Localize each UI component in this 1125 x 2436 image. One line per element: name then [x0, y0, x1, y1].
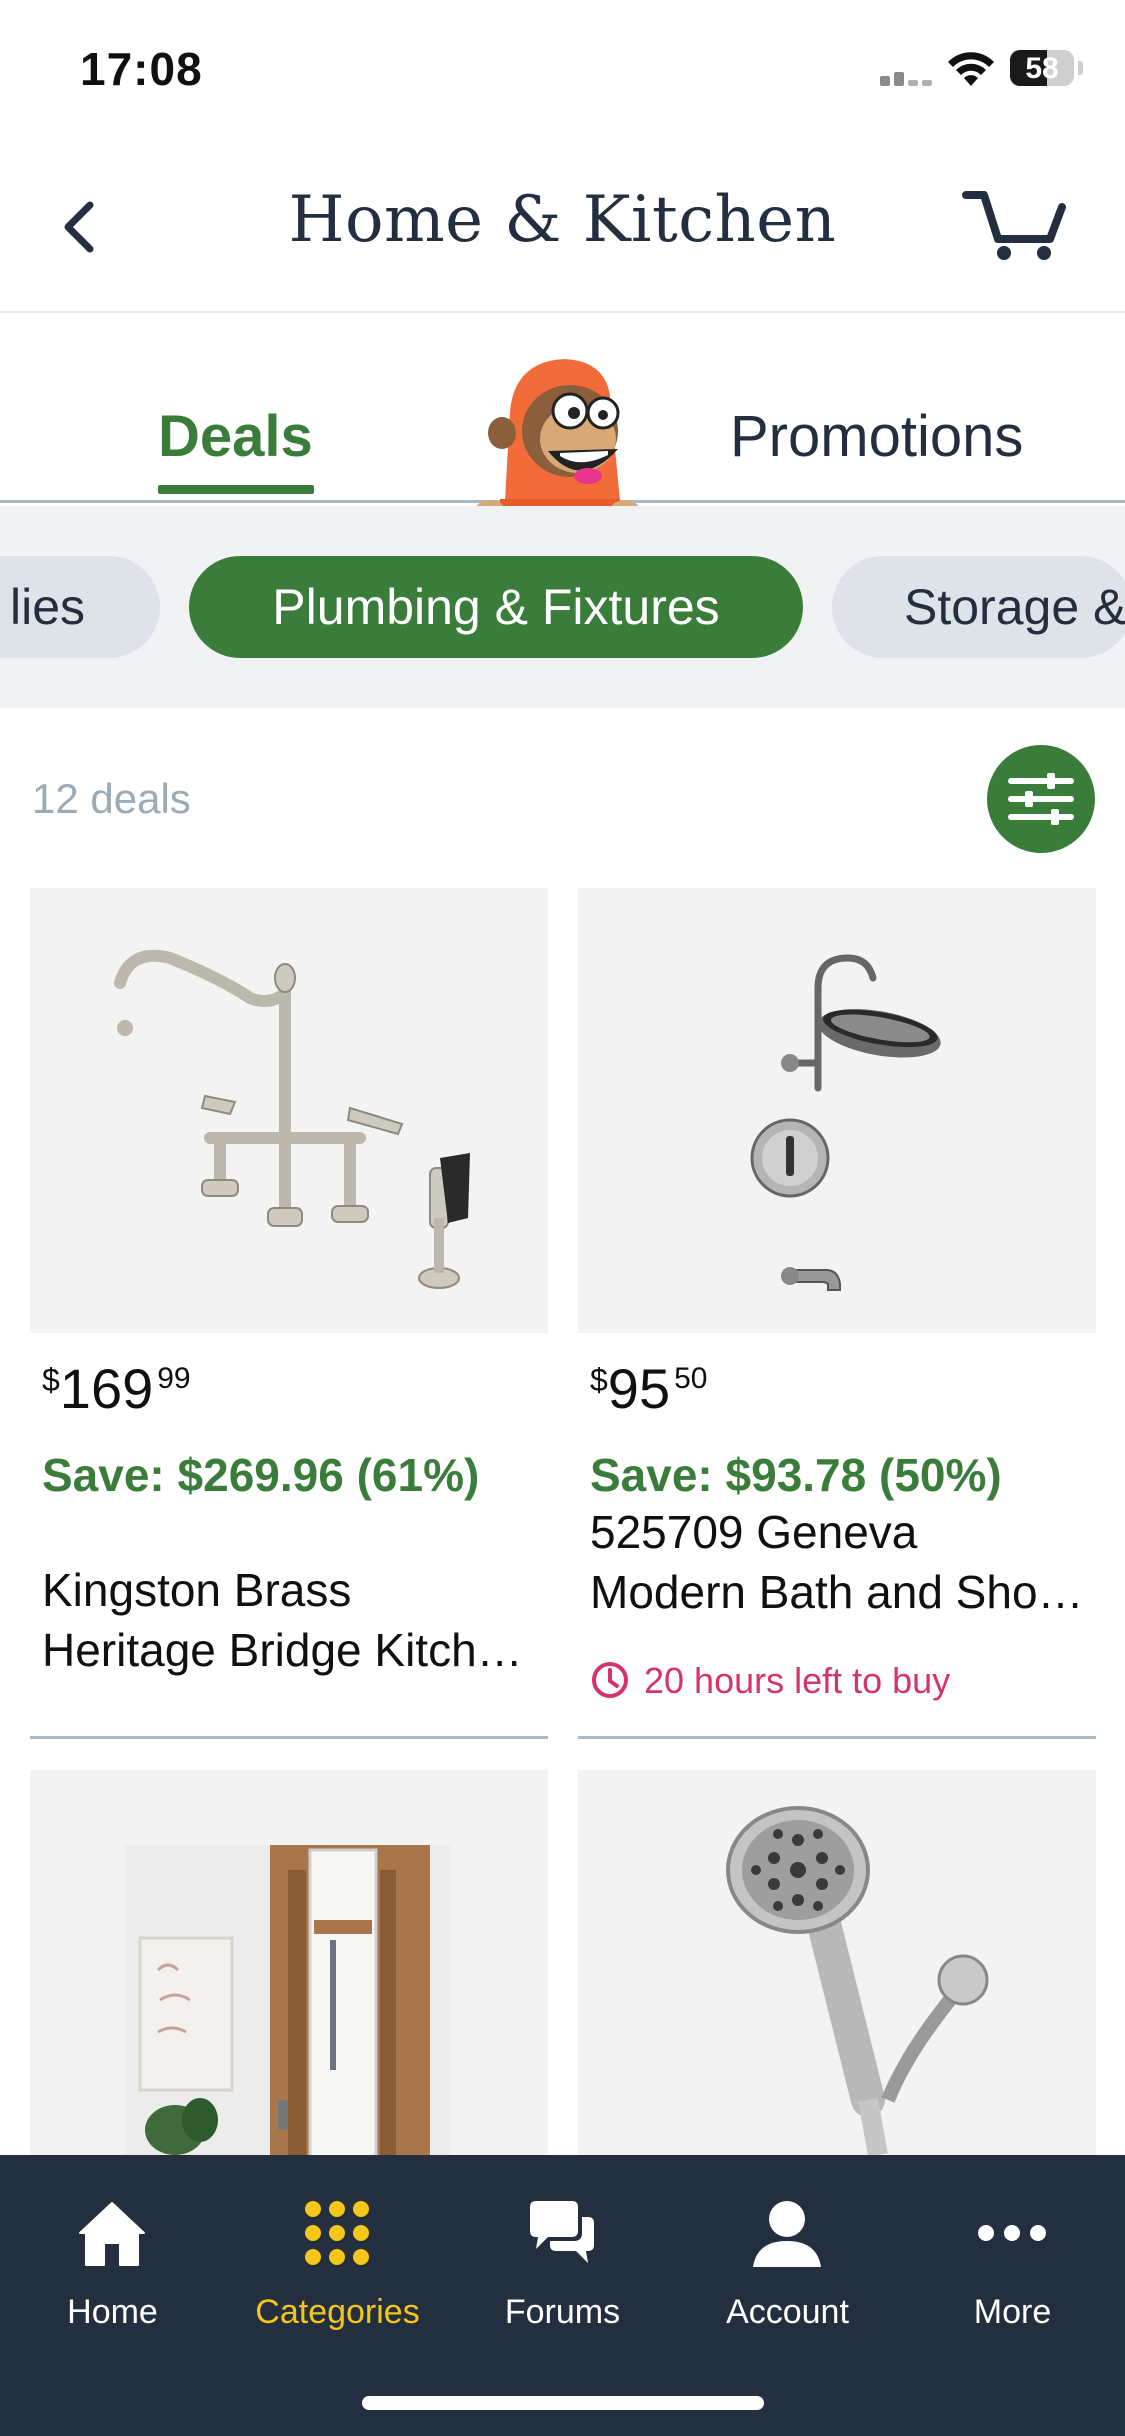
filter-button[interactable] — [987, 745, 1095, 853]
chip-storage[interactable]: Storage & — [832, 556, 1125, 658]
chip-plumbing-fixtures[interactable]: Plumbing & Fixtures — [189, 556, 803, 658]
header: Home & Kitchen — [0, 135, 1125, 313]
tabbar-account[interactable]: Account — [675, 2155, 900, 2355]
monkey-mascot-icon — [476, 359, 639, 516]
subcategory-chips: lies Plumbing & Fixtures Storage & — [0, 506, 1125, 708]
product-price: $95 50 — [590, 1357, 708, 1420]
home-indicator — [362, 2396, 764, 2410]
cart-icon[interactable] — [960, 183, 1070, 263]
tabbar-label-more: More — [973, 2293, 1052, 2331]
battery-level: 58 — [1025, 52, 1059, 85]
battery-icon: 58 — [1010, 50, 1074, 86]
time-left-label: 20 hours left to buy — [590, 1660, 950, 1703]
savings-label: Save: $93.78 (50%) — [590, 1449, 1002, 1501]
clock-icon — [592, 1662, 628, 1699]
product-card[interactable]: $169 99 Save: $269.96 (61%) Kingston Bras… — [30, 888, 548, 1748]
ellipsis-icon — [978, 2225, 1046, 2241]
product-card[interactable] — [30, 1770, 548, 2155]
product-image-door-mirror[interactable] — [30, 1770, 548, 2155]
product-card[interactable]: $95 50 Save: $93.78 (50%) 525709 Geneva M… — [578, 888, 1096, 1748]
tab-deals[interactable]: Deals — [158, 403, 313, 470]
bottom-tab-bar: Home Categories Forums Account More — [0, 2155, 1125, 2436]
status-time: 17:08 — [80, 43, 203, 95]
card-divider — [578, 1736, 1096, 1739]
deal-count: 12 deals — [32, 775, 191, 822]
savings-label: Save: $269.96 (61%) — [42, 1449, 480, 1501]
tabbar-categories[interactable]: Categories — [225, 2155, 450, 2355]
person-icon — [753, 2201, 821, 2267]
tabbar-forums[interactable]: Forums — [450, 2155, 675, 2355]
card-divider — [30, 1736, 548, 1739]
tab-promotions[interactable]: Promotions — [730, 403, 1023, 470]
grid-dots-icon — [305, 2201, 369, 2265]
page-title: Home & Kitchen — [288, 183, 837, 257]
sliders-icon — [1008, 773, 1074, 825]
product-price: $169 99 — [42, 1357, 191, 1420]
tabbar-more[interactable]: More — [900, 2155, 1125, 2355]
product-title[interactable]: 525709 Geneva Modern Bath and Shower — [590, 1502, 1090, 1622]
door-mirror-image — [125, 1845, 450, 2155]
tabbar-label-home: Home — [67, 2293, 158, 2331]
product-card[interactable] — [578, 1770, 1096, 2155]
product-image-faucet[interactable] — [30, 888, 548, 1333]
tabbar-label-forums: Forums — [504, 2293, 621, 2331]
home-icon — [79, 2202, 145, 2266]
cellular-signal-icon — [880, 66, 934, 86]
status-bar: 17:08 58 — [0, 0, 1125, 135]
tabbar-label-categories: Categories — [255, 2293, 420, 2331]
tabbar-label-account: Account — [726, 2293, 849, 2331]
deals-promotions-tabs: Deals Promotions — [0, 313, 1125, 516]
bridge-faucet-image — [114, 949, 470, 1289]
chat-bubbles-icon — [530, 2201, 594, 2263]
product-image-shower-set[interactable] — [578, 888, 1096, 1333]
product-image-handheld-shower[interactable] — [578, 1770, 1096, 2155]
shower-set-image — [750, 954, 941, 1291]
active-tab-indicator — [158, 485, 314, 494]
product-title[interactable]: Kingston Brass Heritage Bridge Kitchen F… — [42, 1560, 542, 1680]
chip-previous[interactable]: lies — [0, 556, 160, 658]
tabbar-home[interactable]: Home — [0, 2155, 225, 2355]
wifi-icon — [948, 52, 994, 86]
handheld-shower-image — [726, 1806, 989, 2155]
